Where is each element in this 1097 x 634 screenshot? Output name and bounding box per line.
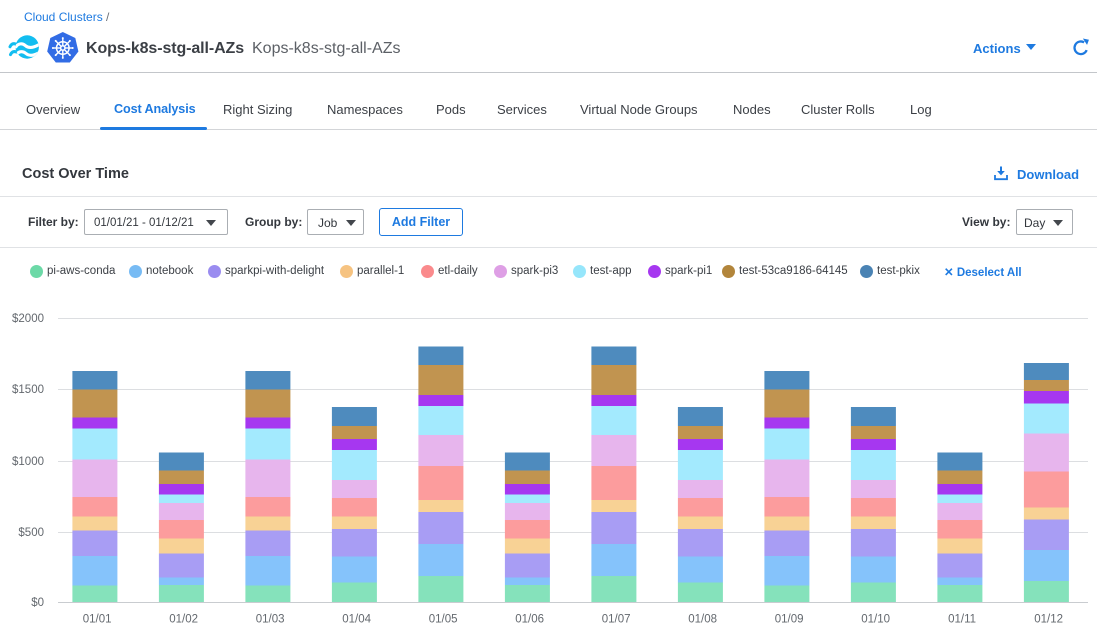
svg-text:$1000: $1000 — [12, 456, 44, 468]
svg-text:01/06: 01/06 — [515, 613, 544, 625]
svg-text:01/04: 01/04 — [342, 613, 371, 625]
svg-text:$1500: $1500 — [12, 384, 44, 396]
svg-text:$0: $0 — [31, 597, 44, 609]
svg-text:01/12: 01/12 — [1034, 613, 1063, 625]
svg-text:01/01: 01/01 — [83, 613, 112, 625]
svg-text:01/11: 01/11 — [948, 613, 976, 625]
svg-text:01/07: 01/07 — [602, 613, 631, 625]
svg-text:01/08: 01/08 — [688, 613, 717, 625]
svg-text:01/03: 01/03 — [256, 613, 285, 625]
svg-text:$500: $500 — [18, 527, 44, 539]
svg-text:01/02: 01/02 — [169, 613, 198, 625]
svg-text:01/10: 01/10 — [861, 613, 890, 625]
svg-text:01/09: 01/09 — [775, 613, 804, 625]
svg-text:$2000: $2000 — [12, 313, 44, 325]
svg-text:01/05: 01/05 — [429, 613, 458, 625]
